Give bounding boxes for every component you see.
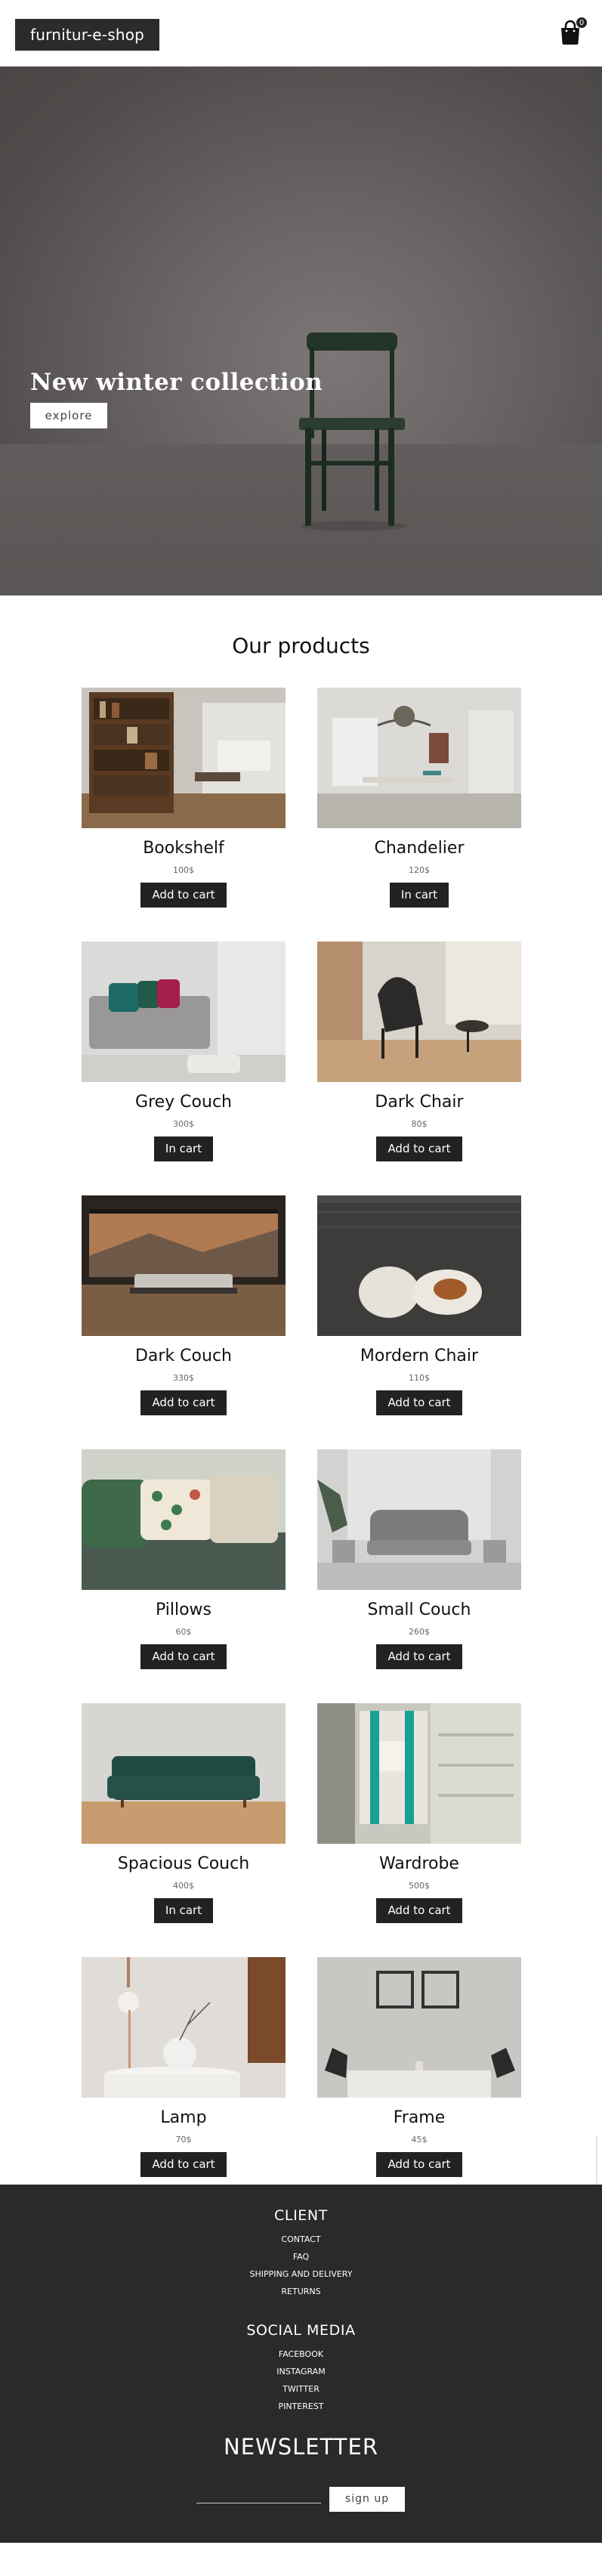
add-to-cart-button[interactable]: Add to cart (140, 2152, 227, 2177)
product-grid: Bookshelf 100$ Add to cart Chandelier 12… (0, 670, 602, 2271)
footer-link-instagram[interactable]: INSTAGRAM (0, 2367, 602, 2377)
dark-chair-photo (317, 942, 521, 1082)
product-price: 100$ (173, 865, 194, 875)
in-cart-button[interactable]: In cart (153, 1898, 214, 1923)
product-card: Grey Couch 300$ In cart (82, 942, 286, 1176)
in-cart-button[interactable]: In cart (389, 883, 449, 908)
hero-chair-image (299, 332, 406, 531)
product-card: Wardrobe 500$ Add to cart (317, 1703, 521, 1937)
modern-chair-photo (317, 1195, 521, 1336)
client-heading: CLIENT (274, 2207, 328, 2224)
in-cart-button[interactable]: In cart (153, 1136, 214, 1161)
sign-up-button[interactable]: sign up (329, 2487, 405, 2512)
dark-couch-photo (82, 1195, 286, 1336)
product-card: Dark Couch 330$ Add to cart (82, 1195, 286, 1430)
product-card: Dark Chair 80$ Add to cart (317, 942, 521, 1176)
add-to-cart-button[interactable]: Add to cart (376, 1644, 462, 1669)
add-to-cart-button[interactable]: Add to cart (376, 1898, 462, 1923)
social-media-heading: SOCIAL MEDIA (246, 2322, 356, 2339)
wardrobe-photo (317, 1703, 521, 1844)
site-logo[interactable]: furnitur-e-shop (15, 19, 160, 51)
product-card: Lamp 70$ Add to cart (82, 1957, 286, 2191)
grey-couch-photo (82, 942, 286, 1082)
product-name: Wardrobe (379, 1854, 459, 1873)
product-price: 330$ (173, 1373, 194, 1383)
shopping-bag-icon[interactable]: 0 (559, 17, 588, 45)
product-card: Pillows 60$ Add to cart (82, 1449, 286, 1684)
add-to-cart-button[interactable]: Add to cart (376, 2152, 462, 2177)
footer-link-shipping[interactable]: SHIPPING AND DELIVERY (0, 2269, 602, 2279)
site-footer: CLIENT CONTACT FAQ SHIPPING AND DELIVERY… (0, 2185, 602, 2543)
footer-link-twitter[interactable]: TWITTER (0, 2384, 602, 2394)
add-to-cart-button[interactable]: Add to cart (376, 1390, 462, 1415)
product-card: Frame 45$ Add to cart (317, 1957, 521, 2191)
hero-banner: New winter collection explore (0, 66, 602, 595)
product-name: Small Couch (367, 1600, 471, 1619)
product-card: Chandelier 120$ In cart (317, 688, 521, 922)
bookshelf-photo (82, 688, 286, 828)
footer-link-pinterest[interactable]: PINTEREST (0, 2401, 602, 2411)
product-name: Bookshelf (143, 839, 224, 858)
product-name: Frame (393, 2108, 446, 2127)
product-name: Spacious Couch (117, 1854, 250, 1873)
product-price: 260$ (409, 1627, 430, 1637)
footer-link-faq[interactable]: FAQ (0, 2252, 602, 2262)
newsletter-email-input[interactable] (196, 2490, 321, 2503)
add-to-cart-button[interactable]: Add to cart (376, 1136, 462, 1161)
footer-link-returns[interactable]: RETURNS (0, 2287, 602, 2296)
product-price: 110$ (409, 1373, 430, 1383)
product-name: Dark Chair (375, 1093, 464, 1112)
add-to-cart-button[interactable]: Add to cart (140, 1644, 227, 1669)
product-name: Grey Couch (135, 1093, 232, 1112)
explore-button[interactable]: explore (30, 403, 107, 428)
footer-link-contact[interactable]: CONTACT (0, 2234, 602, 2244)
products-title: Our products (232, 633, 370, 658)
small-couch-photo (317, 1449, 521, 1590)
product-price: 60$ (175, 1627, 192, 1637)
pillows-photo (82, 1449, 286, 1590)
footer-link-facebook[interactable]: FACEBOOK (0, 2349, 602, 2359)
chandelier-photo (317, 688, 521, 828)
frame-photo (317, 1957, 521, 2098)
hero-title: New winter collection (30, 369, 323, 396)
product-name: Pillows (155, 1600, 212, 1619)
product-card: Mordern Chair 110$ Add to cart (317, 1195, 521, 1430)
product-card: Small Couch 260$ Add to cart (317, 1449, 521, 1684)
product-price: 400$ (173, 1881, 194, 1891)
site-header: furnitur-e-shop 0 (0, 0, 602, 66)
product-card: Bookshelf 100$ Add to cart (82, 688, 286, 922)
product-price: 500$ (409, 1881, 430, 1891)
newsletter-title: NEWSLETTER (224, 2434, 378, 2460)
product-name: Chandelier (374, 839, 465, 858)
product-price: 70$ (175, 2135, 192, 2145)
lamp-photo (82, 1957, 286, 2098)
cart-count-badge: 0 (576, 17, 588, 29)
product-card: Spacious Couch 400$ In cart (82, 1703, 286, 1937)
add-to-cart-button[interactable]: Add to cart (140, 883, 227, 908)
product-price: 80$ (411, 1119, 428, 1129)
spacious-couch-photo (82, 1703, 286, 1844)
product-price: 120$ (409, 865, 430, 875)
product-price: 45$ (411, 2135, 428, 2145)
product-name: Lamp (160, 2108, 207, 2127)
product-name: Dark Couch (134, 1347, 232, 1365)
product-name: Mordern Chair (360, 1347, 479, 1365)
add-to-cart-button[interactable]: Add to cart (140, 1390, 227, 1415)
product-price: 300$ (173, 1119, 194, 1129)
